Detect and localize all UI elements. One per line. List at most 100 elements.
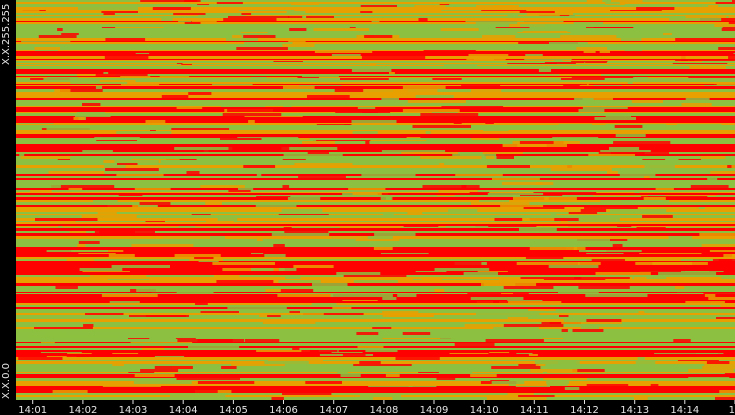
heatmap-cell [128,372,155,373]
heatmap-cell [245,339,280,342]
heatmap-cell [542,338,564,339]
heatmap-cell [589,222,650,224]
heatmap-cell [694,4,725,5]
heatmap-cell [344,124,351,125]
heatmap-cell [357,107,376,109]
heatmap-cell [79,60,116,61]
heatmap-cell [38,35,77,38]
heatmap-cell [390,59,405,60]
heatmap-cell [661,41,679,42]
heatmap-cell [18,357,63,360]
heatmap-cell [490,380,510,381]
heatmap-cell [188,346,240,348]
heatmap-cell [142,346,157,348]
heatmap-cell [340,78,389,80]
heatmap-cell [491,381,525,384]
heatmap-row [16,138,735,140]
heatmap-cell [463,272,498,275]
heatmap-cell [114,134,121,137]
heatmap-cell [178,226,196,227]
heatmap-cell [381,98,399,100]
heatmap-cell [605,124,667,125]
heatmap-cell [293,265,334,268]
heatmap-cell [686,233,691,236]
heatmap-cell [253,154,266,156]
heatmap-cell [471,138,500,140]
heatmap-cell [636,227,666,228]
heatmap-cell [66,47,79,50]
heatmap-cell [253,233,263,236]
heatmap-cell [658,82,702,84]
heatmap-cell [645,292,705,293]
heatmap-cell [597,112,654,113]
heatmap-cell [560,35,617,38]
heatmap-cell [230,313,287,315]
heatmap-cell [351,120,397,123]
heatmap-cell [307,95,350,98]
heatmap-cell [112,353,139,354]
heatmap-cell [444,65,478,66]
heatmap-cell [36,354,81,356]
heatmap-cell [71,95,131,98]
heatmap-cell [720,305,735,307]
heatmap-cell [439,4,450,5]
heatmap-cell [177,339,233,342]
heatmap-cell [433,342,490,343]
heatmap-row [16,311,735,313]
heatmap-cell [482,152,523,154]
heatmap-cell [197,381,255,384]
heatmap-cell [382,311,419,313]
heatmap-cell [188,92,212,95]
heatmap-cell [130,342,193,343]
heatmap-row [16,293,735,294]
heatmap-cell [481,283,537,286]
heatmap-cell [635,361,656,364]
x-tick-label: 14 [729,405,735,415]
heatmap-cell [154,356,185,357]
heatmap-cell [435,262,482,265]
heatmap-cell [559,315,569,317]
heatmap-cell [78,7,139,10]
heatmap-cell [95,174,116,176]
heatmap-cell [579,250,642,252]
heatmap-row [16,53,735,54]
heatmap-cell [169,11,214,13]
heatmap-cell [34,47,60,50]
heatmap-cell [122,343,143,346]
heatmap-cell [381,193,430,195]
heatmap-cell [299,138,310,140]
heatmap-cell [77,244,86,247]
heatmap-cell [408,386,437,387]
heatmap-cell [227,109,275,112]
heatmap-cell [724,373,735,374]
heatmap-cell [105,168,159,171]
heatmap-cell [38,42,101,44]
x-tick-label: 14:14 [670,405,699,415]
heatmap-cell [101,294,158,297]
heatmap-cell [691,180,728,182]
heatmap-row [16,32,735,33]
heatmap-cell [550,168,612,171]
heatmap-cell [169,386,206,387]
heatmap-cell [678,159,701,160]
heatmap-cell [395,342,411,343]
heatmap-cell [28,319,62,322]
heatmap-cell [553,141,580,144]
heatmap-cell [284,317,300,319]
heatmap-cell [610,10,662,11]
heatmap-cell [615,195,649,196]
heatmap-cell [415,95,454,98]
heatmap-cell [497,16,555,18]
heatmap-cell [470,297,524,300]
heatmap-cell [312,140,371,141]
heatmap-cell [133,381,192,384]
heatmap-cell [479,200,509,202]
heatmap-cell [198,261,219,262]
heatmap-cell [362,112,391,113]
heatmap-cell [331,54,361,56]
heatmap-cell [586,253,624,254]
heatmap-cell [136,289,187,292]
heatmap-cell [159,76,190,77]
heatmap-cell [299,85,342,86]
heatmap-cell [205,28,219,31]
